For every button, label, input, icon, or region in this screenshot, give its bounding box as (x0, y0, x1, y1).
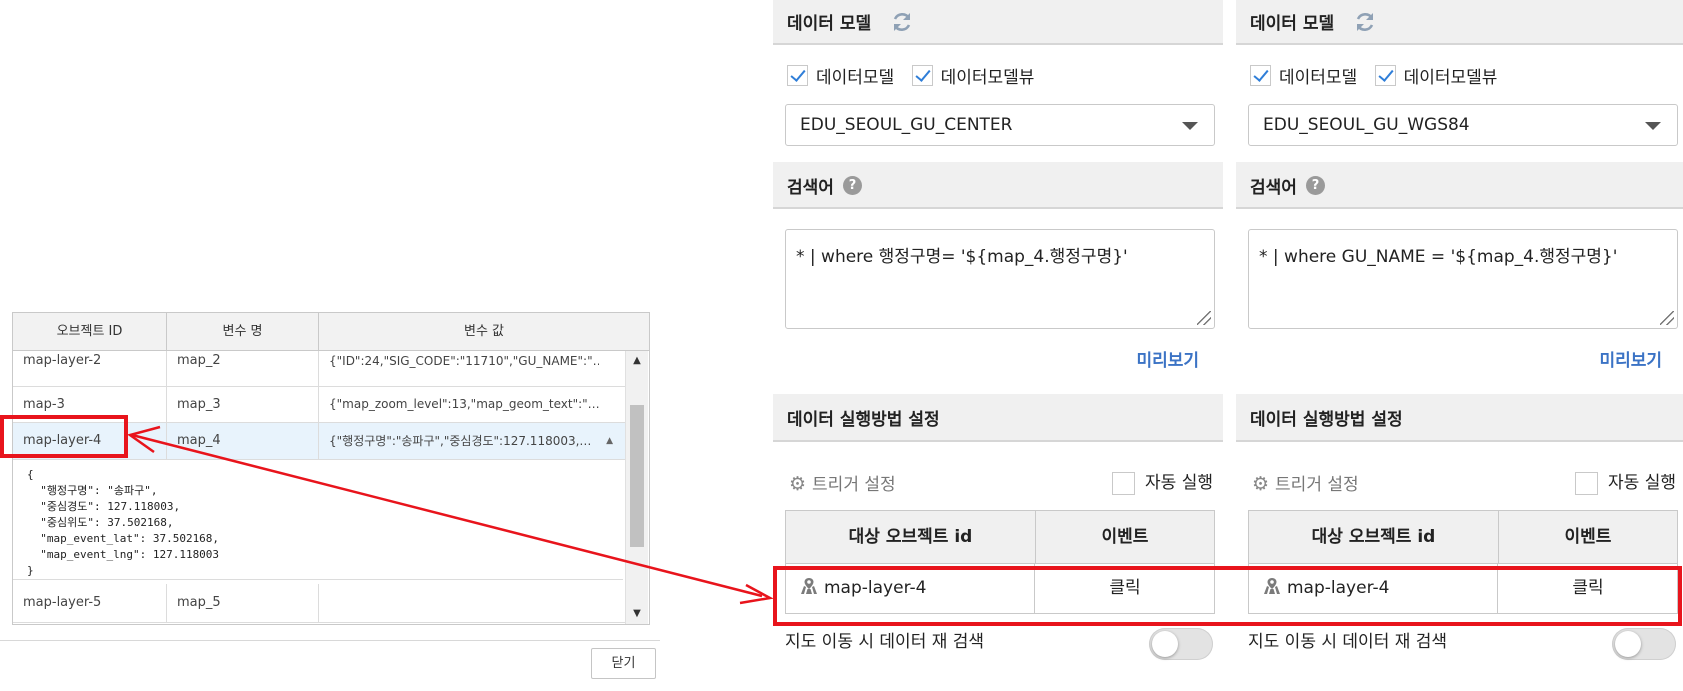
auto-run-checkbox[interactable] (1575, 471, 1599, 495)
cell-var-name: map_2 (177, 353, 221, 368)
refresh-icon[interactable] (890, 10, 914, 34)
auto-run-option: 자동 실행 (1112, 468, 1213, 495)
research-on-move-toggle[interactable] (1612, 628, 1676, 660)
highlight-box-event-rows (773, 566, 1682, 626)
research-on-move-label: 지도 이동 시 데이터 재 검색 (785, 632, 985, 652)
trigger-settings-button[interactable]: ⚙ 트리거 설정 (1252, 470, 1359, 495)
datamodel-checkbox-label: 데이터모델 (1279, 68, 1358, 88)
table-header: 오브젝트 ID 변수 명 변수 값 (13, 313, 649, 351)
datamodel-checkboxes: 데이터모델 데이터모델뷰 (787, 63, 1046, 89)
gear-icon: ⚙ (789, 473, 807, 495)
column-header-target: 대상 오브젝트 id (1249, 511, 1499, 564)
auto-run-label: 자동 실행 (1608, 473, 1676, 493)
section-title: 검색어 (787, 178, 834, 198)
trigger-settings-button[interactable]: ⚙ 트리거 설정 (789, 470, 896, 495)
data-model-select[interactable]: EDU_SEOUL_GU_WGS84 (1248, 104, 1678, 146)
help-icon[interactable]: ? (843, 176, 862, 195)
datamodelview-checkbox-label: 데이터모델뷰 (940, 68, 1035, 88)
column-header-target: 대상 오브젝트 id (786, 511, 1036, 564)
column-header-object-id[interactable]: 오브젝트 ID (13, 313, 167, 350)
section-header-data-model: 데이터 모델 (1236, 0, 1683, 45)
cell-object-id: map-layer-5 (23, 595, 102, 610)
cell-var-name: map_3 (177, 397, 221, 412)
cell-object-id: map-layer-2 (23, 353, 102, 368)
column-header-event: 이벤트 (1036, 511, 1214, 564)
table-row[interactable]: map-layer-2 map_2 {"ID":24,"SIG_CODE":"1… (13, 351, 625, 387)
section-header-exec: 데이터 실행방법 설정 (1236, 394, 1683, 442)
cell-var-value: {"map_zoom_level":13,"map_geom_text":"… (329, 397, 599, 411)
scrollbar-thumb[interactable] (630, 405, 644, 547)
gear-icon: ⚙ (1252, 473, 1270, 495)
preview-link[interactable]: 미리보기 (1599, 346, 1662, 371)
datamodel-checkbox-label: 데이터모델 (816, 68, 895, 88)
selected-model: EDU_SEOUL_GU_CENTER (800, 115, 1013, 135)
selected-model: EDU_SEOUL_GU_WGS84 (1263, 115, 1470, 135)
refresh-icon[interactable] (1353, 10, 1377, 34)
toggle-knob (1615, 631, 1641, 657)
auto-run-option: 자동 실행 (1575, 468, 1676, 495)
search-query-textarea[interactable]: * | where GU_NAME = '${map_4.행정구명}' (1248, 229, 1678, 329)
dropdown-arrow-icon (1182, 122, 1198, 130)
section-header-search: 검색어 ? (773, 162, 1223, 209)
query-text: * | where GU_NAME = '${map_4.행정구명}' (1259, 247, 1618, 267)
column-header-event: 이벤트 (1499, 511, 1677, 564)
section-header-data-model: 데이터 모델 (773, 0, 1223, 45)
cell-var-value: {"행정구명":"송파구","중심경도":127.118003,… (329, 434, 592, 448)
collapse-caret-icon[interactable]: ▲ (606, 423, 613, 459)
section-title: 검색어 (1250, 178, 1297, 198)
table-row[interactable]: map-layer-5 map_5 (13, 584, 625, 623)
scroll-down-arrow-icon[interactable]: ▼ (626, 604, 648, 624)
divider (0, 640, 660, 641)
data-model-select[interactable]: EDU_SEOUL_GU_CENTER (785, 104, 1215, 146)
datamodelview-checkbox-label: 데이터모델뷰 (1403, 68, 1498, 88)
preview-link[interactable]: 미리보기 (1136, 346, 1199, 371)
section-title: 데이터 모델 (1250, 14, 1335, 34)
section-header-exec: 데이터 실행방법 설정 (773, 394, 1223, 442)
close-button[interactable]: 닫기 (591, 648, 656, 679)
cell-var-name: map_5 (177, 595, 221, 610)
research-on-move-toggle[interactable] (1149, 628, 1213, 660)
auto-run-checkbox[interactable] (1112, 471, 1136, 495)
section-title: 데이터 실행방법 설정 (1250, 410, 1403, 430)
scroll-up-arrow-icon[interactable]: ▲ (626, 351, 648, 371)
expanded-json-value: { "행정구명": "송파구", "중심경도": 127.118003, "중심… (13, 463, 623, 580)
datamodel-checkboxes: 데이터모델 데이터모델뷰 (1250, 63, 1509, 89)
cell-var-name: map_4 (177, 433, 221, 448)
table-scrollbar[interactable]: ▲ ▼ (625, 351, 648, 624)
section-title: 데이터 모델 (787, 14, 872, 34)
section-title: 데이터 실행방법 설정 (787, 410, 940, 430)
search-query-textarea[interactable]: * | where 행정구명= '${map_4.행정구명}' (785, 229, 1215, 329)
resize-handle-icon[interactable] (1660, 311, 1674, 325)
query-text: * | where 행정구명= '${map_4.행정구명}' (796, 247, 1128, 267)
column-header-var-value[interactable]: 변수 값 (319, 313, 649, 350)
toggle-knob (1152, 631, 1178, 657)
cell-var-value: {"ID":24,"SIG_CODE":"11710","GU_NAME":"… (329, 354, 599, 368)
trigger-label: 트리거 설정 (812, 475, 896, 495)
trigger-label: 트리거 설정 (1275, 475, 1359, 495)
datamodel-checkbox[interactable] (787, 65, 808, 86)
research-on-move-label: 지도 이동 시 데이터 재 검색 (1248, 632, 1448, 652)
resize-handle-icon[interactable] (1197, 311, 1211, 325)
column-header-var-name[interactable]: 변수 명 (167, 313, 319, 350)
help-icon[interactable]: ? (1306, 176, 1325, 195)
auto-run-label: 자동 실행 (1145, 473, 1213, 493)
datamodel-checkbox[interactable] (1250, 65, 1271, 86)
dropdown-arrow-icon (1645, 122, 1661, 130)
datamodelview-checkbox[interactable] (911, 65, 933, 86)
highlight-box-object-id (0, 415, 128, 458)
datamodelview-checkbox[interactable] (1374, 65, 1396, 86)
section-header-search: 검색어 ? (1236, 162, 1683, 209)
